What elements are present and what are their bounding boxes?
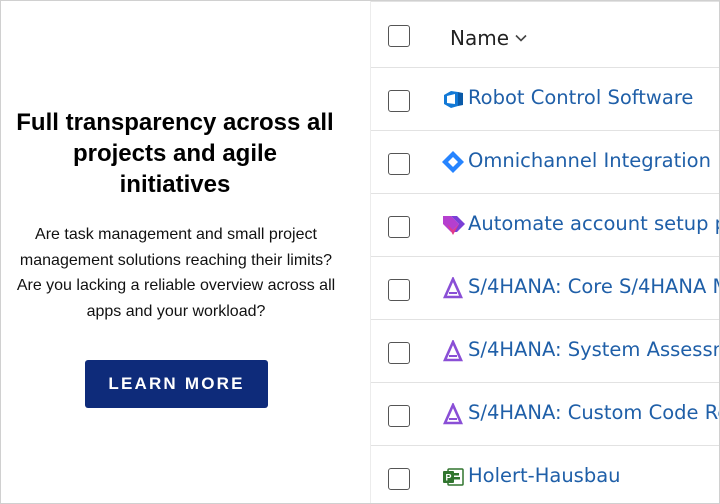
select-all-checkbox[interactable] <box>388 25 410 47</box>
project-title-link[interactable]: Omnichannel Integration <box>468 149 711 172</box>
promo-panel: Full transparency across all projects an… <box>1 1 353 503</box>
promo-heading: Full transparency across all projects an… <box>16 109 334 198</box>
project-title-link[interactable]: S/4HANA: Core S/4HANA M <box>468 275 719 298</box>
list-header: Name <box>371 1 719 68</box>
row-checkbox[interactable] <box>388 216 410 238</box>
app-frame: Full transparency across all projects an… <box>0 0 720 504</box>
triangle-logo-icon <box>441 277 465 299</box>
ms-project-icon: P <box>441 466 465 488</box>
triangle-logo-icon <box>441 340 465 362</box>
project-title-link[interactable]: Robot Control Software <box>468 86 693 109</box>
svg-text:P: P <box>445 473 451 483</box>
list-row: Robot Control Software <box>371 68 719 131</box>
list-row: Omnichannel Integration <box>371 131 719 194</box>
promo-description: Are task management and small project ma… <box>16 226 336 320</box>
learn-more-button[interactable]: LEARN MORE <box>85 360 268 408</box>
list-row: S/4HANA: Core S/4HANA M <box>371 257 719 320</box>
name-column-label: Name <box>450 26 510 50</box>
project-list: Name Robot Control Software Omnichannel … <box>370 1 719 503</box>
triangle-logo-icon <box>441 403 465 425</box>
list-row: P Holert-Hausbau <box>371 446 719 503</box>
row-checkbox[interactable] <box>388 90 410 112</box>
list-row: Automate account setup pr <box>371 194 719 257</box>
project-title-link[interactable]: S/4HANA: Custom Code Re <box>468 401 719 424</box>
power-automate-icon <box>441 214 465 236</box>
jira-icon <box>441 151 465 173</box>
project-title-link[interactable]: Holert-Hausbau <box>468 464 621 487</box>
row-checkbox[interactable] <box>388 153 410 175</box>
list-row: S/4HANA: System Assessme <box>371 320 719 383</box>
row-checkbox[interactable] <box>388 279 410 301</box>
row-checkbox[interactable] <box>388 468 410 490</box>
row-checkbox[interactable] <box>388 342 410 364</box>
project-title-link[interactable]: Automate account setup pr <box>468 212 719 235</box>
project-title-link[interactable]: S/4HANA: System Assessme <box>468 338 719 361</box>
row-checkbox[interactable] <box>388 405 410 427</box>
name-column-header[interactable]: Name <box>450 26 527 50</box>
azure-devops-icon <box>441 88 465 110</box>
list-row: S/4HANA: Custom Code Re <box>371 383 719 446</box>
chevron-down-icon <box>515 34 527 42</box>
